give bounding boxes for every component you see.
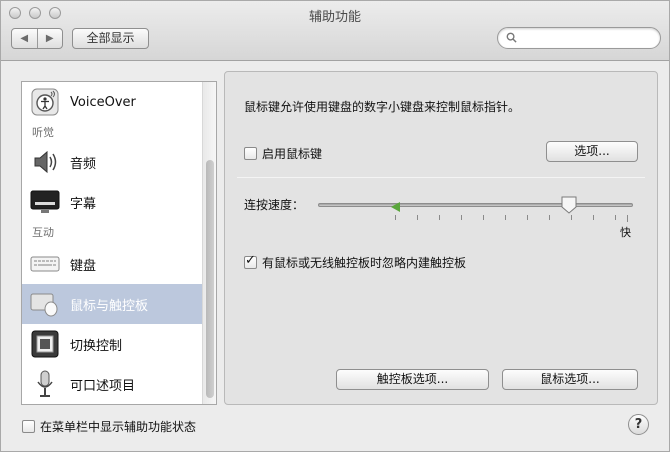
double-click-speed-label: 连按速度： [244, 198, 305, 212]
accessibility-window: 辅助功能 ◀ ▶ 全部显示 VoiceOver 听觉 音频 字幕 互动 键盘 鼠… [0, 0, 670, 452]
slider-tick [439, 215, 440, 220]
slider-tick [615, 215, 616, 220]
search-field[interactable] [497, 27, 661, 49]
mouse-trackpad-icon [30, 289, 60, 319]
sidebar-item-keyboard[interactable]: 键盘 [22, 244, 202, 284]
checkbox-label: 启用鼠标键 [262, 147, 323, 161]
sidebar-scrollbar[interactable] [202, 82, 216, 404]
window-title: 辅助功能 [308, 10, 361, 25]
sidebar-item-label: VoiceOver [70, 94, 136, 110]
checkbox-box[interactable] [22, 420, 35, 433]
slider-tick [461, 215, 462, 220]
sidebar-item-captions[interactable]: 字幕 [22, 182, 202, 222]
toolbar: 辅助功能 ◀ ▶ 全部显示 [1, 1, 669, 61]
sidebar-item-label: 音频 [70, 156, 97, 172]
keyboard-icon [30, 249, 60, 279]
slider-tick [627, 215, 628, 222]
search-input[interactable] [522, 30, 652, 46]
sidebar-item-speakable-items[interactable]: 可口述项目 [22, 364, 202, 404]
slider-tick [571, 215, 572, 220]
sidebar-item-audio[interactable]: 音频 [22, 142, 202, 182]
back-button[interactable]: ◀ [12, 29, 37, 48]
enable-mouse-keys-checkbox[interactable]: 启用鼠标键 [244, 145, 322, 162]
captions-icon [30, 187, 60, 217]
sidebar-item-label: 切换控制 [70, 338, 123, 354]
trackpad-options-button[interactable]: 触控板选项... [336, 369, 489, 390]
slider-tick [527, 215, 528, 220]
double-click-speed-slider[interactable] [318, 196, 633, 214]
voiceover-icon [30, 87, 60, 117]
slider-tick [395, 215, 396, 220]
mouse-options-button[interactable]: 鼠标选项... [502, 369, 638, 390]
microphone-icon [30, 369, 60, 399]
help-button[interactable]: ? [628, 414, 649, 435]
section-header-hearing: 听觉 [32, 126, 54, 139]
sidebar-item-label: 可口述项目 [70, 378, 136, 394]
forward-button[interactable]: ▶ [36, 29, 63, 48]
speaker-icon [30, 147, 60, 177]
slider-tick [483, 215, 484, 220]
nav-group: ◀ ▶ [11, 28, 63, 49]
section-header-interaction: 互动 [32, 226, 54, 239]
switch-control-icon [30, 329, 60, 359]
options-button[interactable]: 选项... [546, 141, 638, 162]
sidebar-item-mouse-trackpad[interactable]: 鼠标与触控板 [22, 284, 202, 324]
checkbox-box[interactable] [244, 253, 257, 269]
checkbox-box[interactable] [244, 147, 257, 160]
search-icon [506, 32, 517, 43]
sidebar-item-switch-control[interactable]: 切换控制 [22, 324, 202, 364]
mouse-settings-panel: 鼠标键允许使用键盘的数字小键盘来控制鼠标指针。 启用鼠标键 选项... 连按速度… [224, 71, 658, 405]
sidebar: VoiceOver 听觉 音频 字幕 互动 键盘 鼠标与触控板 切换控制 可口述… [21, 81, 217, 405]
mouse-keys-description: 鼠标键允许使用键盘的数字小键盘来控制鼠标指针。 [244, 100, 521, 114]
slider-fast-label: 快 [620, 226, 631, 239]
slider-tick [549, 215, 550, 220]
sidebar-item-voiceover[interactable]: VoiceOver [22, 82, 202, 122]
show-all-button[interactable]: 全部显示 [72, 28, 149, 49]
divider [237, 177, 645, 178]
sidebar-item-label: 鼠标与触控板 [70, 298, 149, 314]
default-speed-marker [391, 202, 400, 212]
slider-knob[interactable] [561, 196, 577, 214]
checkbox-label: 在菜单栏中显示辅助功能状态 [40, 420, 197, 434]
scrollbar-thumb[interactable] [206, 160, 214, 398]
sidebar-item-label: 字幕 [70, 196, 97, 212]
sidebar-item-label: 键盘 [70, 258, 97, 274]
ignore-trackpad-checkbox[interactable]: 有鼠标或无线触控板时忽略内建触控板 [244, 253, 467, 271]
slider-tick [417, 215, 418, 220]
slider-tick [593, 215, 594, 220]
slider-tick [505, 215, 506, 220]
show-status-in-menubar-checkbox[interactable]: 在菜单栏中显示辅助功能状态 [22, 418, 196, 435]
checkbox-label: 有鼠标或无线触控板时忽略内建触控板 [262, 256, 467, 270]
